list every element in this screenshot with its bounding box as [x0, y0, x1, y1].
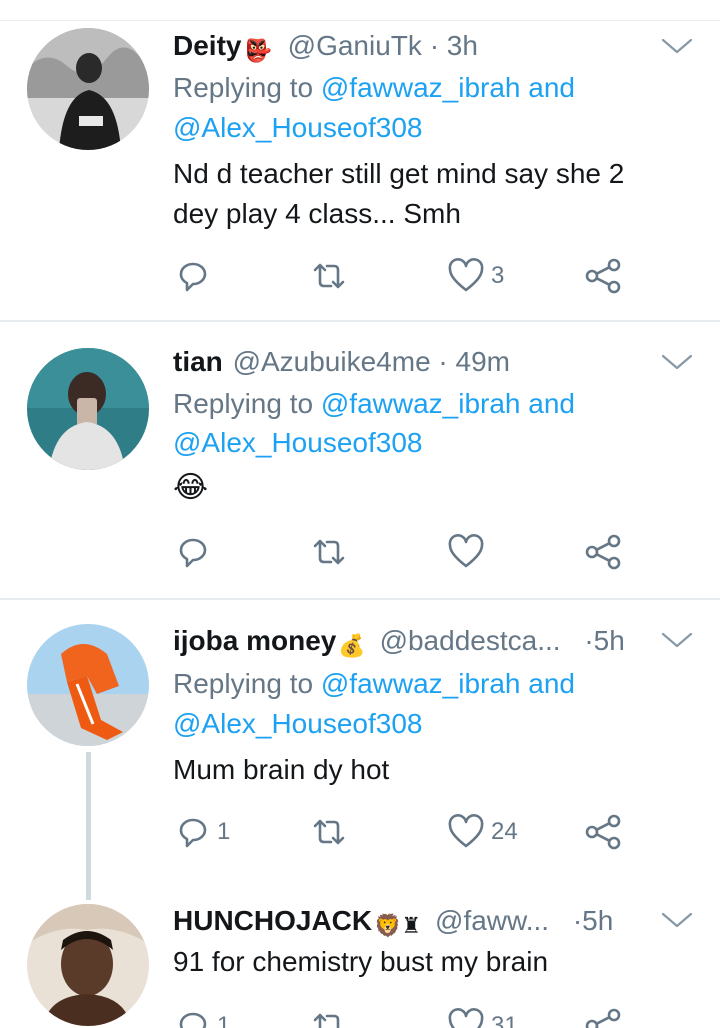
replying-to-label: Replying to: [173, 668, 314, 699]
like-button[interactable]: 31: [447, 1006, 518, 1028]
tweet-text-line: Nd d teacher still get mind say she 2: [173, 158, 625, 189]
thread-connector: [86, 752, 91, 900]
lion-emoji-icon: 🦁♜: [374, 913, 422, 938]
avatar[interactable]: [27, 624, 149, 746]
separator-dot: ·: [584, 625, 594, 656]
reply-button[interactable]: 1: [175, 812, 230, 852]
replying-to-line: Replying to @fawwaz_ibrah and: [173, 664, 575, 704]
reply-icon: [179, 1012, 207, 1028]
retweet-button[interactable]: [309, 256, 355, 296]
tweet[interactable]: Deity 👺 @GaniuTk · 3h Replying to @fawwaz…: [0, 0, 720, 320]
reply-button[interactable]: [175, 256, 217, 296]
tweet-actions: 3: [173, 256, 633, 296]
tweet-header: ijoba money💰 @baddestca... ·5h: [173, 624, 625, 663]
replying-to-label: Replying to: [173, 72, 314, 103]
tweet-text-line: dey play 4 class... Smh: [173, 198, 461, 229]
share-button[interactable]: [583, 1006, 623, 1028]
chevron-down-icon[interactable]: [660, 36, 694, 56]
chevron-down-icon[interactable]: [660, 910, 694, 930]
reply-button[interactable]: 1: [175, 1006, 230, 1028]
retweet-icon: [313, 539, 345, 565]
display-name[interactable]: HUNCHOJACK: [173, 905, 372, 936]
share-icon: [585, 258, 621, 294]
avatar[interactable]: [27, 904, 149, 1026]
mention-link[interactable]: @fawwaz_ibrah: [321, 388, 521, 419]
tweet-header: Deity 👺 @GaniuTk · 3h: [173, 29, 478, 68]
replying-to-label: Replying to: [173, 388, 314, 419]
share-button[interactable]: [583, 532, 623, 572]
avatar[interactable]: [27, 28, 149, 150]
retweet-button[interactable]: [309, 812, 355, 852]
and-label: and: [528, 668, 575, 699]
retweet-icon: [313, 1013, 340, 1028]
mention-link[interactable]: @fawwaz_ibrah: [321, 668, 521, 699]
retweet-button[interactable]: [309, 1006, 355, 1028]
tweet-text: Mum brain dy hot: [173, 754, 390, 785]
and-label: and: [528, 72, 575, 103]
share-button[interactable]: [583, 812, 623, 852]
retweet-icon: [313, 819, 345, 845]
tweet-header: HUNCHOJACK🦁♜ @faww... ·5h: [173, 904, 613, 943]
like-button[interactable]: 3: [447, 256, 504, 296]
replying-to-line: Replying to @fawwaz_ibrah and: [173, 68, 575, 108]
timestamp[interactable]: 3h: [447, 30, 478, 61]
tweet-actions: [173, 532, 633, 572]
like-count: 24: [491, 818, 518, 845]
separator-dot: ·: [438, 346, 448, 377]
mention-link[interactable]: @fawwaz_ibrah: [321, 72, 521, 103]
reply-button[interactable]: [175, 532, 217, 572]
tweet[interactable]: ijoba money💰 @baddestca... ·5h Replying …: [0, 600, 720, 900]
timestamp[interactable]: 5h: [594, 625, 625, 656]
timestamp[interactable]: 49m: [456, 346, 510, 377]
and-label: and: [528, 388, 575, 419]
mention-link[interactable]: @Alex_Houseof308: [173, 423, 422, 463]
reply-count: 1: [217, 1012, 231, 1028]
chevron-down-icon[interactable]: [660, 630, 694, 650]
share-icon: [585, 534, 621, 570]
user-handle[interactable]: @Azubuike4me: [233, 346, 431, 377]
display-name[interactable]: ijoba money: [173, 625, 336, 656]
reply-icon: [179, 262, 207, 292]
tweet-header: tian @Azubuike4me · 49m: [173, 345, 510, 379]
tweet-text: 91 for chemistry bust my brain: [173, 946, 549, 977]
heart-icon: [448, 814, 484, 848]
tweet-text: 😂: [173, 471, 209, 504]
tweet[interactable]: tian @Azubuike4me · 49m Replying to @faw…: [0, 322, 720, 598]
timestamp[interactable]: 5h: [582, 905, 613, 936]
user-handle[interactable]: @GaniuTk: [288, 30, 422, 61]
reply-icon: [179, 818, 207, 848]
separator-dot: ·: [429, 30, 440, 61]
display-name[interactable]: tian: [173, 346, 223, 377]
reply-count: 1: [217, 818, 231, 845]
retweet-button[interactable]: [309, 532, 355, 572]
tweet-actions: 1 24: [173, 812, 633, 852]
share-icon: [585, 1008, 621, 1028]
like-button[interactable]: 24: [447, 812, 518, 852]
like-count: 3: [491, 262, 505, 289]
replying-to-line: Replying to @fawwaz_ibrah and: [173, 384, 575, 424]
avatar[interactable]: [27, 348, 149, 470]
share-icon: [585, 814, 621, 850]
mention-link[interactable]: @Alex_Houseof308: [173, 704, 422, 744]
like-count: 31: [491, 1012, 518, 1028]
reply-icon: [179, 538, 207, 568]
tweet[interactable]: HUNCHOJACK🦁♜ @faww... ·5h 91 for chemist…: [0, 890, 720, 1028]
money-bag-emoji-icon: 💰: [338, 633, 366, 658]
chevron-down-icon[interactable]: [660, 352, 694, 372]
retweet-icon: [313, 263, 345, 289]
tweet-actions: 1 31: [173, 1006, 633, 1028]
user-handle[interactable]: @baddestca...: [380, 625, 561, 656]
heart-icon: [448, 1008, 484, 1028]
tweet-text: Nd d teacher still get mind say she 2 de…: [173, 154, 683, 234]
heart-icon: [448, 258, 484, 292]
separator-dot: ·: [572, 905, 583, 936]
user-handle[interactable]: @faww...: [435, 905, 549, 936]
goblin-emoji-icon: 👺: [244, 38, 272, 63]
like-button[interactable]: [447, 532, 491, 572]
mention-link[interactable]: @Alex_Houseof308: [173, 108, 422, 148]
display-name[interactable]: Deity: [173, 30, 241, 61]
share-button[interactable]: [583, 256, 623, 296]
heart-icon: [448, 534, 484, 568]
